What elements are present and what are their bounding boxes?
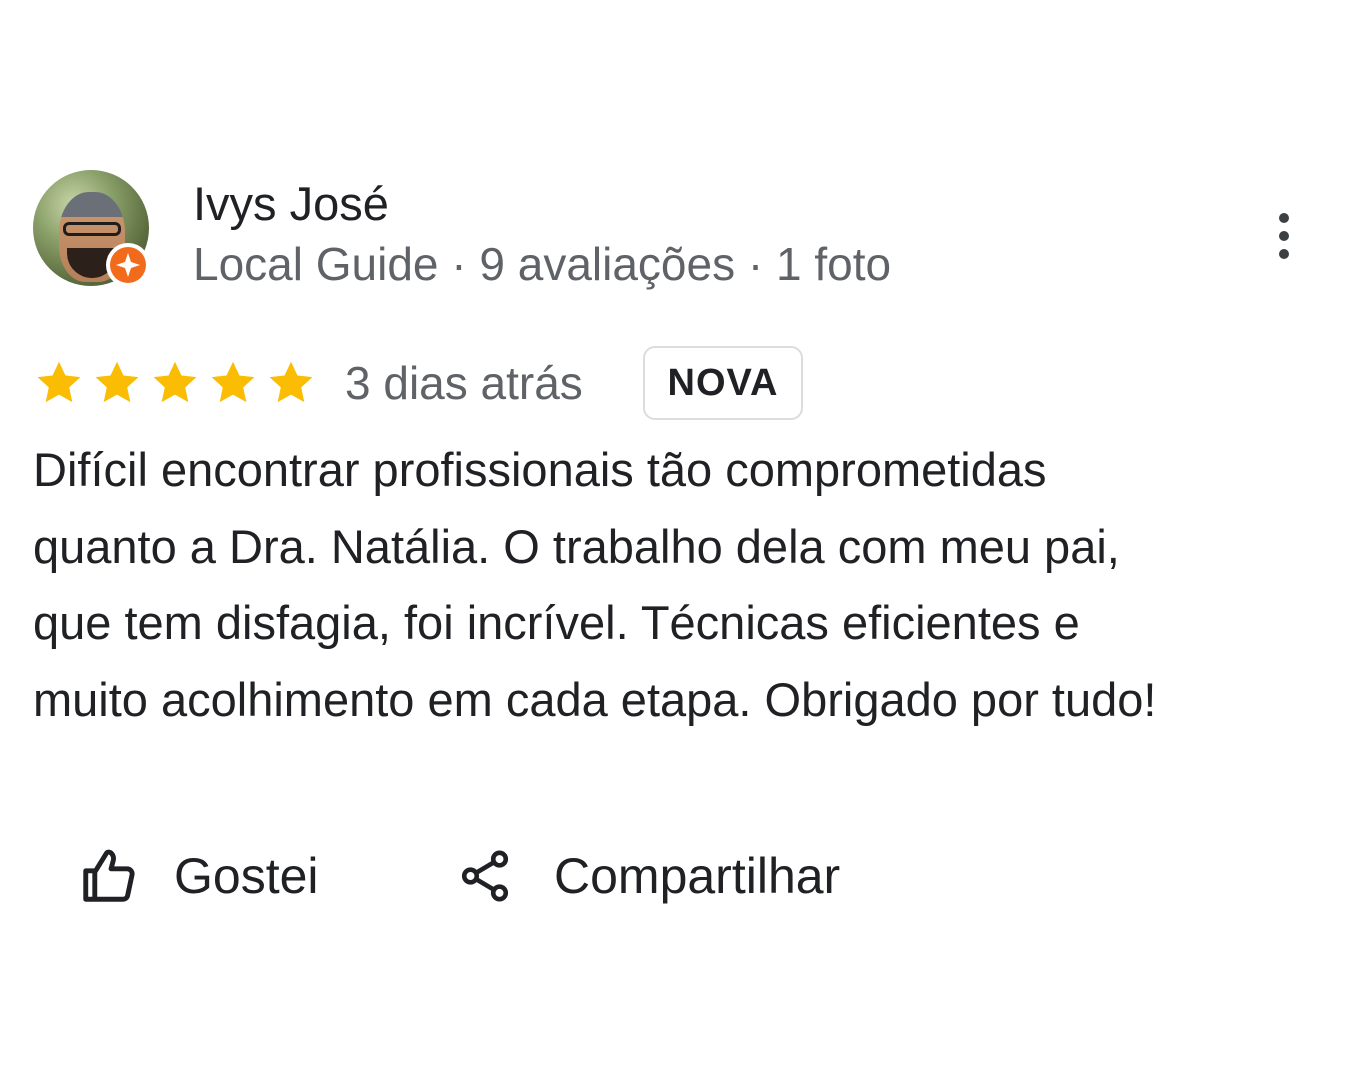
review-text: Difícil encontrar profissionais tão comp…	[33, 432, 1333, 738]
review-date: 3 dias atrás	[345, 357, 583, 409]
reviewer-meta: Local Guide · 9 avaliações · 1 foto	[193, 238, 892, 290]
share-icon	[461, 850, 509, 902]
more-options-button[interactable]	[1262, 206, 1306, 266]
star-icon	[95, 361, 139, 403]
thumb-up-icon	[83, 849, 135, 902]
like-label: Gostei	[174, 848, 319, 904]
star-icon	[37, 361, 81, 403]
review-text-line: Difícil encontrar profissionais tão comp…	[33, 443, 1047, 496]
review-card: Ivys José Local Guide · 9 avaliações · 1…	[0, 0, 1350, 1080]
star-icon	[153, 361, 197, 403]
share-label: Compartilhar	[554, 848, 841, 904]
local-guide-badge-icon	[106, 243, 150, 287]
star-icon	[211, 361, 255, 403]
more-vert-icon	[1279, 213, 1289, 259]
star-icon	[269, 361, 313, 403]
new-badge: NOVA	[643, 346, 803, 420]
review-text-line: quanto a Dra. Natália. O trabalho dela c…	[33, 519, 1120, 573]
like-button[interactable]: Gostei	[78, 840, 319, 912]
reviewer-name[interactable]: Ivys José	[193, 176, 389, 232]
share-button[interactable]: Compartilhar	[456, 840, 840, 912]
review-text-line: que tem disfagia, foi incrível. Técnicas…	[33, 596, 1080, 649]
avatar-glasses	[63, 222, 121, 236]
star-rating	[34, 358, 316, 408]
review-text-line: muito acolhimento em cada etapa. Obrigad…	[33, 672, 1157, 726]
